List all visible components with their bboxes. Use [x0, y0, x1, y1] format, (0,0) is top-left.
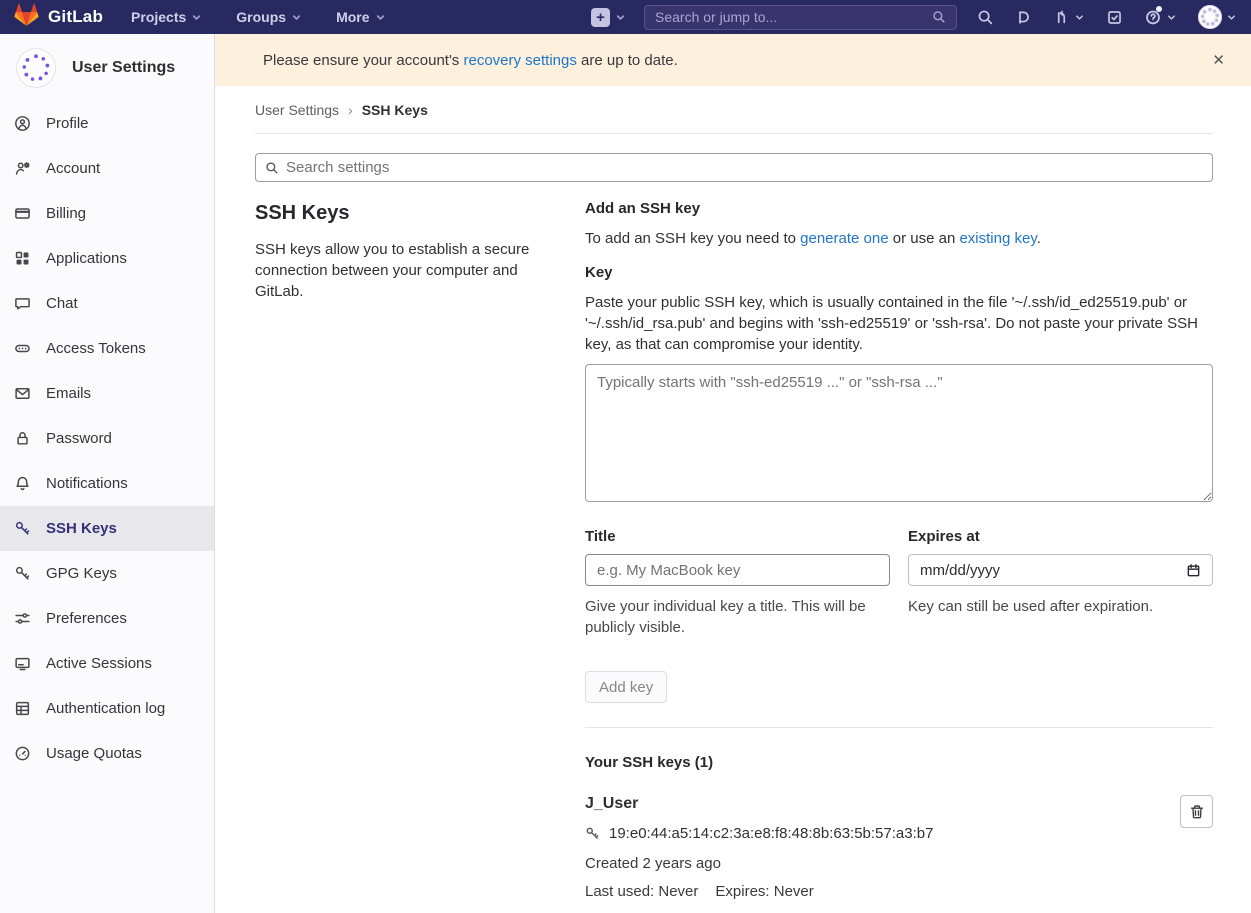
- authentication-log-icon: [14, 700, 31, 717]
- settings-sidebar: User Settings Profile Account Billing Ap…: [0, 34, 215, 913]
- notification-dot: [1156, 6, 1162, 12]
- top-navbar: GitLab Projects Groups More +: [0, 0, 1251, 34]
- key-expires: Expires: Never: [715, 883, 813, 900]
- sidebar-item-access-tokens[interactable]: Access Tokens: [0, 326, 214, 371]
- notifications-icon: [14, 475, 31, 492]
- new-menu[interactable]: +: [591, 8, 626, 27]
- global-search-input[interactable]: [655, 9, 932, 25]
- user-menu[interactable]: [1198, 5, 1237, 29]
- chevron-down-icon: [1166, 12, 1177, 23]
- sidebar-item-account[interactable]: Account: [0, 146, 214, 191]
- tanuki-icon: [14, 3, 39, 32]
- emails-icon: [14, 385, 31, 402]
- settings-search[interactable]: [255, 153, 1213, 182]
- expires-at-input[interactable]: mm/dd/yyyy: [908, 554, 1213, 586]
- todo-icon[interactable]: [1106, 9, 1123, 26]
- sidebar-nav: Profile Account Billing Applications Cha…: [0, 101, 214, 776]
- title-label: Title: [585, 528, 890, 545]
- search-icon: [265, 161, 279, 175]
- sidebar-item-preferences[interactable]: Preferences: [0, 596, 214, 641]
- key-fingerprint: 19:e0:44:a5:14:c2:3a:e8:f8:48:8b:63:5b:5…: [609, 825, 933, 842]
- expires-at-label: Expires at: [908, 528, 1213, 545]
- ssh-key-textarea[interactable]: [585, 364, 1213, 502]
- chevron-down-icon: [615, 12, 626, 23]
- sidebar-item-password[interactable]: Password: [0, 416, 214, 461]
- gitlab-logo[interactable]: GitLab: [14, 3, 103, 32]
- chevron-down-icon: [375, 12, 386, 23]
- nav-groups[interactable]: Groups: [236, 9, 302, 25]
- chevron-down-icon: [1074, 12, 1085, 23]
- billing-icon: [14, 205, 31, 222]
- active-sessions-icon: [14, 655, 31, 672]
- sidebar-title: User Settings: [72, 59, 175, 77]
- ssh-keys-icon: [14, 520, 31, 537]
- key-last-used: Last used: Never: [585, 883, 698, 900]
- trash-icon: [1189, 804, 1205, 820]
- chevron-down-icon: [1226, 12, 1237, 23]
- access-tokens-icon: [14, 340, 31, 357]
- title-input[interactable]: [585, 554, 890, 586]
- search-icon: [932, 10, 946, 24]
- divider: [585, 727, 1213, 728]
- applications-icon: [14, 250, 31, 267]
- search-icon[interactable]: [977, 9, 994, 26]
- nav-projects[interactable]: Projects: [131, 9, 202, 25]
- sidebar-item-gpg-keys[interactable]: GPG Keys: [0, 551, 214, 596]
- account-icon: [14, 160, 31, 177]
- brand-name: GitLab: [48, 7, 103, 27]
- breadcrumb: User Settings › SSH Keys: [255, 86, 1213, 134]
- issues-icon[interactable]: [1015, 9, 1032, 26]
- nav-more[interactable]: More: [336, 9, 385, 25]
- settings-search-input[interactable]: [286, 159, 1203, 176]
- merge-request-icon[interactable]: [1053, 9, 1085, 26]
- key-help-text: Paste your public SSH key, which is usua…: [585, 292, 1213, 355]
- expires-help-text: Key can still be used after expiration.: [908, 596, 1213, 617]
- sidebar-item-chat[interactable]: Chat: [0, 281, 214, 326]
- breadcrumb-separator: ›: [348, 102, 353, 118]
- plus-icon[interactable]: +: [591, 8, 610, 27]
- sidebar-item-profile[interactable]: Profile: [0, 101, 214, 146]
- calendar-icon: [1186, 563, 1201, 578]
- sidebar-item-notifications[interactable]: Notifications: [0, 461, 214, 506]
- existing-key-link[interactable]: existing key: [959, 230, 1036, 247]
- sidebar-item-usage-quotas[interactable]: Usage Quotas: [0, 731, 214, 776]
- preferences-icon: [14, 610, 31, 627]
- your-ssh-keys-heading: Your SSH keys (1): [585, 754, 1213, 771]
- avatar[interactable]: [1198, 5, 1222, 29]
- sidebar-item-ssh-keys[interactable]: SSH Keys: [0, 506, 214, 551]
- usage-quotas-icon: [14, 745, 31, 762]
- key-icon: [585, 826, 600, 841]
- password-icon: [14, 430, 31, 447]
- gpg-keys-icon: [14, 565, 31, 582]
- page-title: SSH Keys: [255, 200, 555, 225]
- add-ssh-key-heading: Add an SSH key: [585, 200, 1213, 217]
- key-label: Key: [585, 264, 1213, 281]
- sidebar-item-billing[interactable]: Billing: [0, 191, 214, 236]
- sidebar-item-emails[interactable]: Emails: [0, 371, 214, 416]
- global-search[interactable]: [644, 5, 957, 30]
- recovery-settings-link[interactable]: recovery settings: [463, 52, 576, 69]
- generate-one-link[interactable]: generate one: [800, 230, 888, 247]
- key-title: J_User: [585, 795, 1180, 813]
- avatar: [16, 48, 56, 88]
- profile-icon: [14, 115, 31, 132]
- chevron-down-icon: [291, 12, 302, 23]
- breadcrumb-user-settings[interactable]: User Settings: [255, 102, 339, 118]
- key-created: Created 2 years ago: [585, 855, 1180, 872]
- chevron-down-icon: [191, 12, 202, 23]
- chat-icon: [14, 295, 31, 312]
- help-icon[interactable]: [1144, 8, 1177, 26]
- sidebar-item-authentication-log[interactable]: Authentication log: [0, 686, 214, 731]
- add-key-button[interactable]: Add key: [585, 671, 667, 703]
- delete-key-button[interactable]: [1180, 795, 1213, 828]
- recovery-alert: Please ensure your account's recovery se…: [215, 34, 1251, 86]
- add-ssh-key-intro: To add an SSH key you need to generate o…: [585, 230, 1213, 247]
- breadcrumb-current: SSH Keys: [362, 102, 428, 118]
- title-help-text: Give your individual key a title. This w…: [585, 596, 890, 638]
- sidebar-item-active-sessions[interactable]: Active Sessions: [0, 641, 214, 686]
- sidebar-item-applications[interactable]: Applications: [0, 236, 214, 281]
- close-icon[interactable]: ✕: [1204, 47, 1233, 73]
- ssh-key-list-item: J_User 19:e0:44:a5:14:c2:3a:e8:f8:48:8b:…: [585, 795, 1213, 900]
- page-description: SSH keys allow you to establish a secure…: [255, 239, 555, 302]
